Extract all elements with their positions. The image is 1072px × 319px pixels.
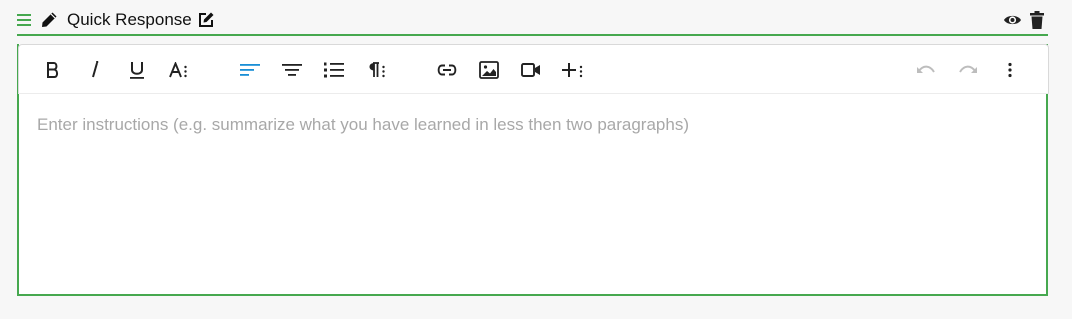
undo-button[interactable] [914,58,938,82]
drag-handle-icon[interactable] [17,13,31,27]
font-size-button[interactable] [167,58,191,82]
block-title: Quick Response [67,10,192,29]
editor-toolbar [18,44,1049,94]
underline-button[interactable] [125,58,149,82]
insert-video-button[interactable] [519,58,543,82]
edit-title-icon[interactable] [197,11,215,29]
align-center-button[interactable] [280,58,304,82]
block-header: Quick Response [17,6,1048,36]
insert-link-button[interactable] [435,58,459,82]
rich-text-editor: Enter instructions (e.g. summarize what … [17,44,1049,296]
align-left-button[interactable] [238,58,262,82]
insert-image-button[interactable] [477,58,501,82]
editor-content-placeholder[interactable]: Enter instructions (e.g. summarize what … [37,114,689,136]
redo-button[interactable] [956,58,980,82]
pencil-icon [41,11,58,28]
ordered-list-button[interactable] [322,58,346,82]
more-options-button[interactable] [998,58,1022,82]
paragraph-format-button[interactable] [364,58,388,82]
insert-more-button[interactable] [561,58,585,82]
italic-button[interactable] [83,58,107,82]
trash-icon[interactable] [1030,11,1044,29]
bold-button[interactable] [41,58,65,82]
eye-icon[interactable] [1003,12,1022,28]
